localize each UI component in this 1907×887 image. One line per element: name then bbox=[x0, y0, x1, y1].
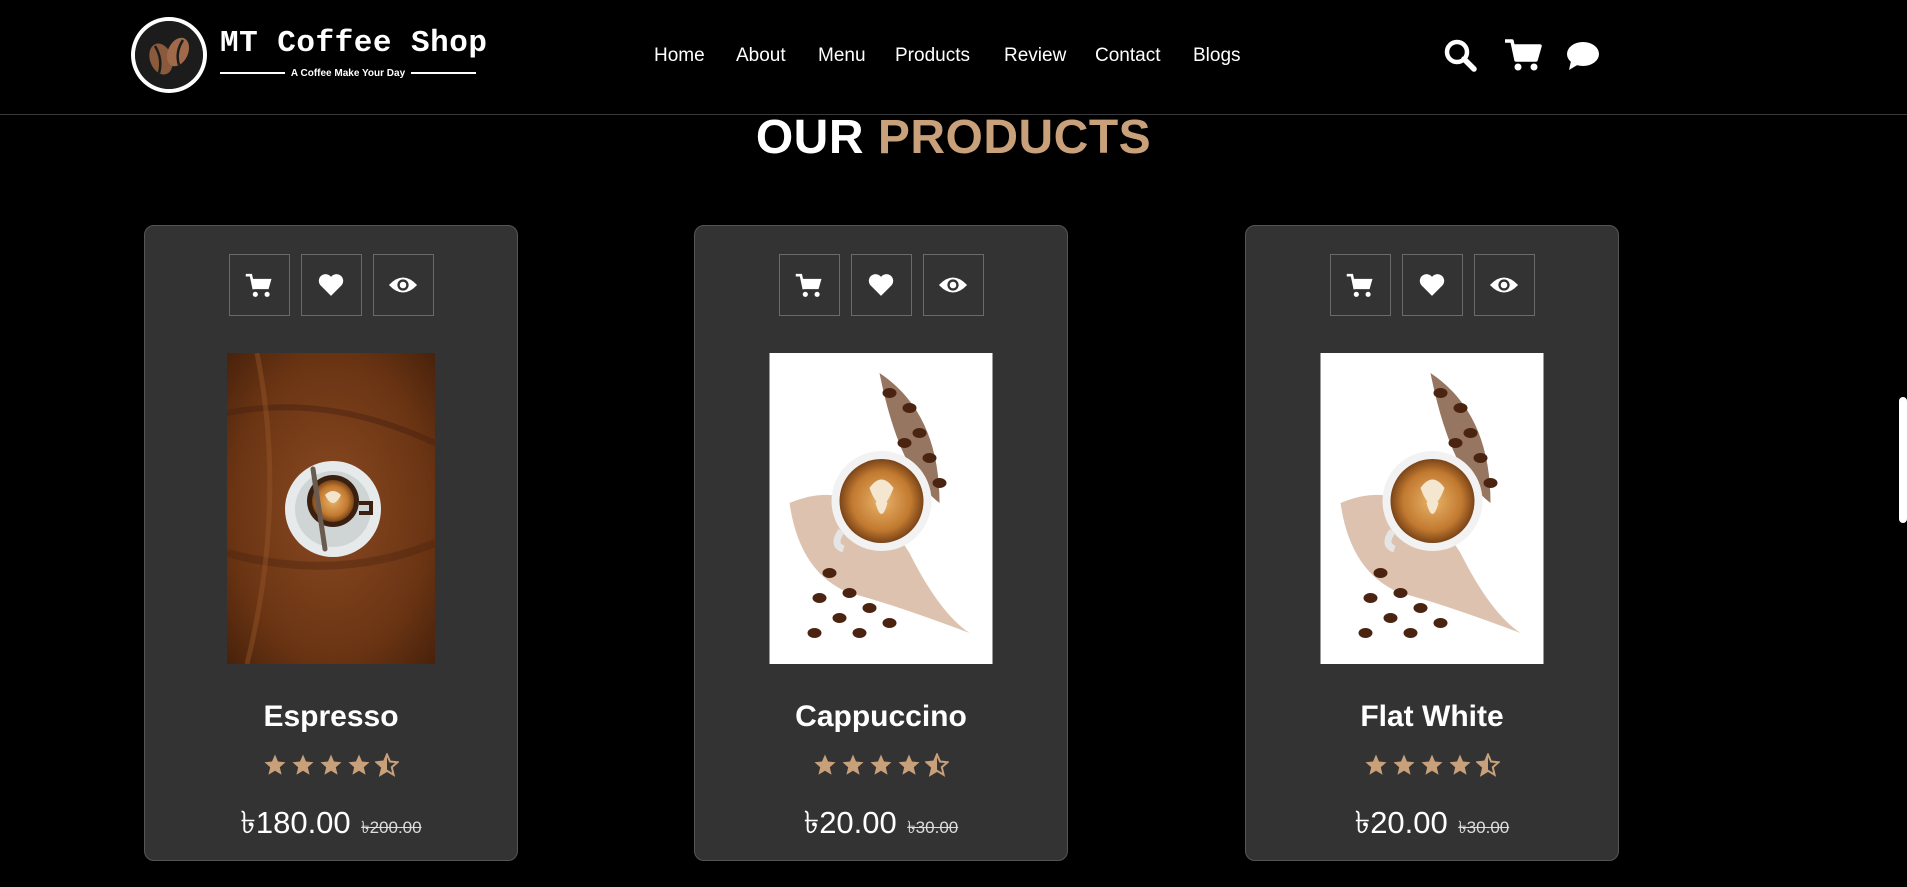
product-price: ৳180.00 bbox=[240, 805, 351, 840]
card-actions bbox=[145, 254, 517, 316]
main-nav: Home About Menu Products Review Contact … bbox=[0, 45, 1907, 69]
nav-menu[interactable]: Menu bbox=[818, 45, 866, 67]
nav-contact[interactable]: Contact bbox=[1095, 45, 1160, 67]
heart-icon bbox=[318, 273, 344, 297]
nav-blogs[interactable]: Blogs bbox=[1193, 45, 1241, 67]
heart-icon bbox=[868, 273, 894, 297]
rating-stars bbox=[1246, 753, 1618, 777]
price-row: ৳180.00 ৳200.00 bbox=[145, 799, 517, 851]
search-icon[interactable] bbox=[1443, 38, 1477, 72]
star-icon bbox=[1364, 753, 1388, 777]
add-to-cart-button[interactable] bbox=[228, 254, 290, 316]
nav-home[interactable]: Home bbox=[654, 45, 705, 67]
brand-tagline: A Coffee Make Your Day bbox=[290, 67, 406, 79]
section-title-accent: PRODUCTS bbox=[877, 111, 1152, 164]
card-actions bbox=[1246, 254, 1618, 316]
section-title: OUR PRODUCTS bbox=[0, 110, 1907, 165]
star-icon bbox=[897, 753, 921, 777]
product-name[interactable]: Espresso bbox=[145, 700, 517, 734]
add-to-cart-button[interactable] bbox=[1329, 254, 1391, 316]
tagline-divider bbox=[220, 72, 285, 74]
tagline-divider bbox=[411, 72, 477, 74]
page-scrollbar[interactable] bbox=[1899, 397, 1907, 523]
product-price: ৳20.00 bbox=[1354, 805, 1448, 840]
eye-icon bbox=[388, 275, 418, 295]
star-icon bbox=[1392, 753, 1416, 777]
product-image-cappuccino[interactable] bbox=[769, 353, 993, 664]
star-half-icon bbox=[375, 753, 399, 777]
eye-icon bbox=[1489, 275, 1519, 295]
nav-review[interactable]: Review bbox=[1004, 45, 1066, 67]
rating-stars bbox=[695, 753, 1067, 777]
eye-icon bbox=[938, 275, 968, 295]
star-icon bbox=[869, 753, 893, 777]
cart-icon bbox=[795, 273, 823, 298]
star-icon bbox=[347, 753, 371, 777]
product-image-espresso[interactable] bbox=[227, 353, 435, 664]
add-to-cart-button[interactable] bbox=[778, 254, 840, 316]
price-row: ৳20.00 ৳30.00 bbox=[1246, 799, 1618, 851]
star-icon bbox=[263, 753, 287, 777]
star-icon bbox=[1420, 753, 1444, 777]
quick-view-button[interactable] bbox=[1473, 254, 1535, 316]
cart-icon[interactable] bbox=[1504, 38, 1542, 72]
chat-icon[interactable] bbox=[1566, 41, 1600, 71]
cart-icon bbox=[245, 273, 273, 298]
section-title-main: OUR bbox=[755, 111, 864, 164]
price-row: ৳20.00 ৳30.00 bbox=[695, 799, 1067, 851]
star-half-icon bbox=[1476, 753, 1500, 777]
star-icon bbox=[813, 753, 837, 777]
heart-icon bbox=[1419, 273, 1445, 297]
star-icon bbox=[291, 753, 315, 777]
star-icon bbox=[1448, 753, 1472, 777]
product-name[interactable]: Cappuccino bbox=[695, 700, 1067, 734]
product-name[interactable]: Flat White bbox=[1246, 700, 1618, 734]
product-card: Espresso ৳180.00 ৳200.00 bbox=[144, 225, 518, 861]
product-old-price: ৳30.00 bbox=[907, 818, 959, 837]
rating-stars bbox=[145, 753, 517, 777]
star-icon bbox=[319, 753, 343, 777]
nav-products[interactable]: Products bbox=[895, 45, 970, 67]
product-old-price: ৳30.00 bbox=[1458, 818, 1510, 837]
cart-icon bbox=[1346, 273, 1374, 298]
site-header: MT Coffee Shop A Coffee Make Your Day Ho… bbox=[0, 0, 1907, 115]
product-old-price: ৳200.00 bbox=[361, 818, 422, 837]
star-half-icon bbox=[925, 753, 949, 777]
wishlist-button[interactable] bbox=[1401, 254, 1463, 316]
quick-view-button[interactable] bbox=[922, 254, 984, 316]
quick-view-button[interactable] bbox=[372, 254, 434, 316]
star-icon bbox=[841, 753, 865, 777]
product-card: Flat White ৳20.00 ৳30.00 bbox=[1245, 225, 1619, 861]
wishlist-button[interactable] bbox=[300, 254, 362, 316]
product-image-flat-white[interactable] bbox=[1320, 353, 1544, 664]
card-actions bbox=[695, 254, 1067, 316]
product-card: Cappuccino ৳20.00 ৳30.00 bbox=[694, 225, 1068, 861]
nav-about[interactable]: About bbox=[736, 45, 786, 67]
wishlist-button[interactable] bbox=[850, 254, 912, 316]
product-price: ৳20.00 bbox=[803, 805, 897, 840]
